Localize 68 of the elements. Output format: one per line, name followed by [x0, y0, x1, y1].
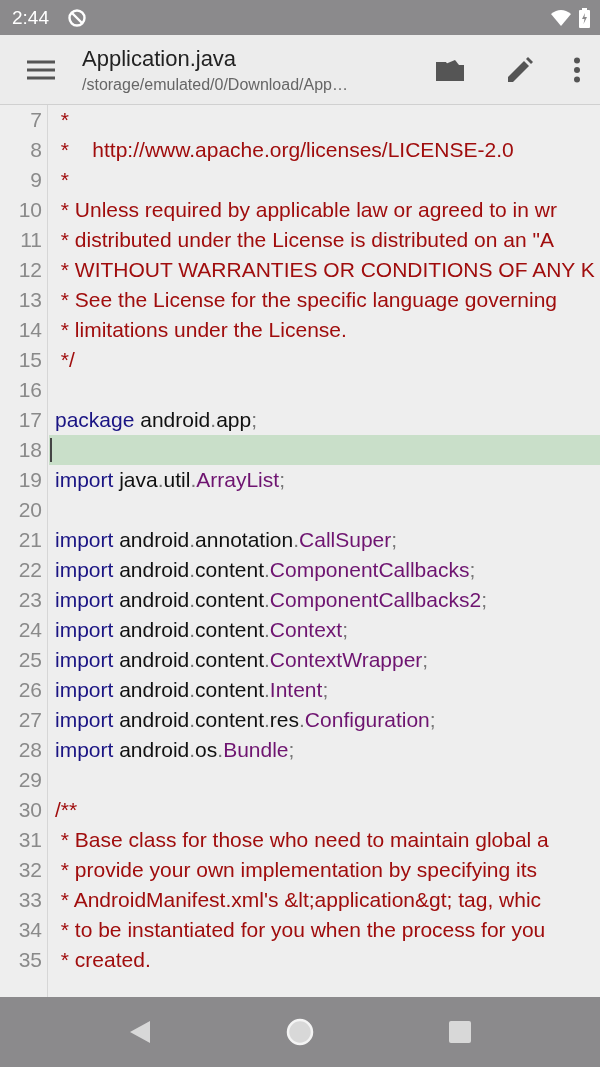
clock-time: 2:44 — [12, 6, 49, 29]
code-line: import android.content.res.Configuration; — [55, 708, 436, 732]
line-number: 35 — [17, 948, 42, 972]
line-number: 34 — [17, 918, 42, 942]
more-options-icon — [573, 56, 581, 83]
menu-icon — [27, 59, 55, 80]
home-icon — [286, 1018, 314, 1046]
code-comment: * — [59, 108, 69, 132]
code-comment: * to be instantiated for you when the process for you — [59, 918, 546, 942]
line-number: 22 — [17, 558, 42, 582]
line-number: 28 — [17, 738, 42, 762]
line-number: 20 — [17, 498, 42, 522]
blocked-circle-icon — [67, 7, 87, 28]
line-number: 7 — [29, 108, 42, 132]
code-comment: * distributed under the License is distributed on an "A — [59, 228, 554, 252]
battery-icon — [579, 7, 590, 28]
text-cursor — [50, 438, 52, 462]
line-number: 26 — [17, 678, 42, 702]
line-number: 21 — [17, 528, 42, 552]
line-number: 30 — [17, 798, 42, 822]
line-number: 32 — [17, 858, 42, 882]
line-number: 10 — [17, 198, 42, 222]
code-comment: * — [59, 168, 69, 192]
line-number: 15 — [17, 348, 42, 372]
line-number: 9 — [29, 168, 42, 192]
line-number: 17 — [17, 408, 42, 432]
line-number: 14 — [17, 318, 42, 342]
code-comment: * http://www.apache.org/licenses/LICENSE-2.0 — [59, 138, 514, 162]
line-number: 13 — [17, 288, 42, 312]
code-comment: * Base class for those who need to maintain global a — [59, 828, 549, 852]
code-line: import android.annotation.CallSuper; — [55, 528, 398, 552]
recents-icon — [448, 1020, 472, 1044]
file-name: Application.java — [82, 45, 238, 72]
code-line: import android.content.ComponentCallbacks; — [55, 558, 476, 582]
code-comment: * limitations under the License. — [59, 318, 347, 342]
file-path: /storage/emulated/0/Download/App… — [82, 75, 349, 94]
line-number: 31 — [17, 828, 42, 852]
code-comment: * created. — [59, 948, 151, 972]
code-comment: * WITHOUT WARRANTIES OR CONDITIONS OF ANY K — [59, 258, 595, 282]
wifi-icon — [551, 9, 571, 26]
line-number: 25 — [17, 648, 42, 672]
code-comment: * AndroidManifest.xml's &lt;application&gt; tag, whic — [59, 888, 542, 912]
code-line: package android.app; — [55, 408, 258, 432]
code-line: import android.content.Intent; — [55, 678, 329, 702]
line-number: 8 — [29, 138, 42, 162]
code-line: import java.util.ArrayList; — [55, 468, 285, 492]
line-number: 16 — [17, 378, 42, 402]
code-line: import android.os.Bundle; — [55, 738, 295, 762]
code-comment: * Unless required by applicable law or agreed to in wr — [59, 198, 557, 222]
line-number: 33 — [17, 888, 42, 912]
code-line: import android.content.ComponentCallbacks2; — [55, 588, 487, 612]
line-number: 19 — [17, 468, 42, 492]
code-comment: */ — [59, 348, 75, 372]
line-number: 23 — [17, 588, 42, 612]
folder-icon — [435, 57, 465, 82]
code-comment: * See the License for the specific language governing — [59, 288, 557, 312]
line-number: 12 — [17, 258, 42, 282]
line-number: 24 — [17, 618, 42, 642]
code-comment: * provide your own implementation by specifying its — [59, 858, 538, 882]
code-line: import android.content.ContextWrapper; — [55, 648, 429, 672]
line-number: 27 — [17, 708, 42, 732]
line-number: 29 — [17, 768, 42, 792]
code-line: import android.content.Context; — [55, 618, 349, 642]
pencil-icon — [507, 56, 533, 83]
line-number: 18 — [17, 438, 42, 462]
code-comment: /** — [55, 798, 78, 822]
line-number: 11 — [19, 228, 42, 252]
back-icon — [129, 1020, 151, 1044]
